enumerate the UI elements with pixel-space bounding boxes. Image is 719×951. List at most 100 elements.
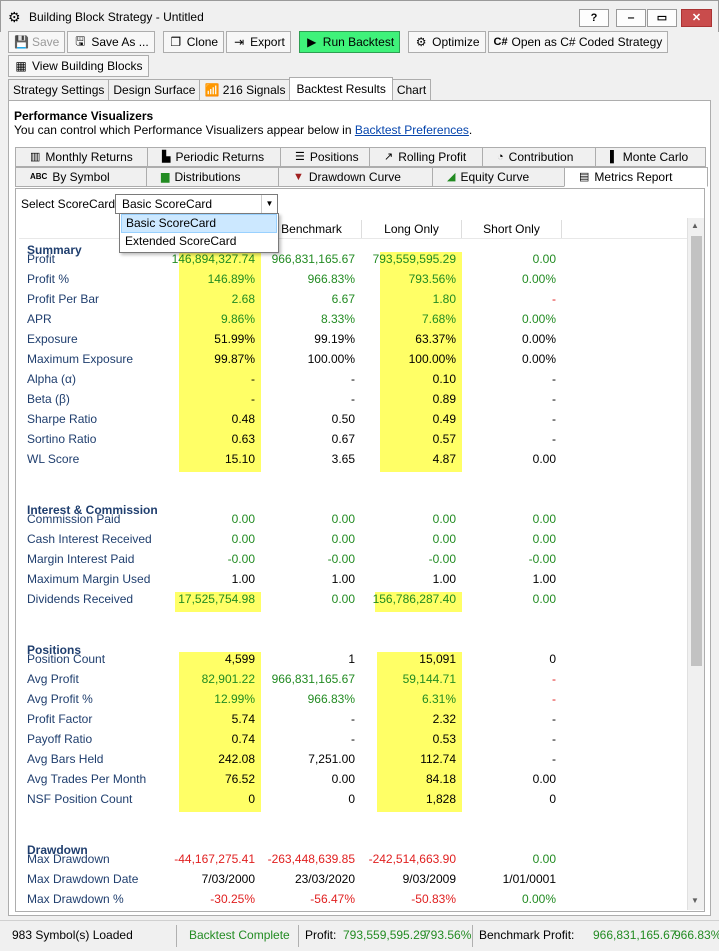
tab-chart[interactable]: Chart (391, 79, 432, 100)
metric-value: - (552, 732, 556, 746)
metric-value: 3.65 (331, 452, 355, 466)
tab-metrics-report[interactable]: ▤ Metrics Report (564, 167, 708, 187)
metric-value: 2.32 (432, 712, 456, 726)
csharp-icon: C# (493, 36, 508, 48)
tab-backtest-results[interactable]: Backtest Results (289, 77, 393, 100)
metric-value: 966.83% (307, 272, 355, 286)
column-header-short-only[interactable]: Short Only (462, 220, 562, 238)
metric-value: 0 (248, 792, 255, 806)
column-header-long-only[interactable]: Long Only (362, 220, 462, 238)
metric-value: -242,514,663.90 (368, 852, 456, 866)
tab-monte-carlo[interactable]: ▌ Monte Carlo (595, 147, 706, 167)
metric-row: Maximum Margin Used 1.00 1.00 1.00 1.00 (19, 569, 687, 589)
benchmark-profit-value: 966,831,165.67 (593, 928, 677, 942)
view-building-blocks-button[interactable]: ▦ View Building Blocks (8, 55, 149, 77)
metric-row: Commission Paid 0.00 0.00 0.00 0.00 (19, 509, 687, 529)
metric-row: Position Count 4,599 1 15,091 0 (19, 649, 687, 669)
metric-row: Margin Interest Paid -0.00 -0.00 -0.00 -0.00 (19, 549, 687, 569)
bar-icon: ▙ (162, 151, 171, 163)
metric-value: 84.18 (425, 772, 456, 786)
metric-label: Avg Profit (27, 672, 79, 686)
optimize-button[interactable]: ⚙ Optimize (408, 31, 486, 53)
metric-value: - (552, 692, 556, 706)
benchmark-profit-label: Benchmark Profit: (479, 928, 575, 942)
metric-value: 0.10 (432, 372, 456, 386)
tab-positions[interactable]: ☰ Positions (280, 147, 370, 167)
tab-drawdown-curve[interactable]: ▼ Drawdown Curve (278, 167, 433, 187)
export-button[interactable]: ⇥ Export (226, 31, 291, 53)
save-icon: 💾 (14, 35, 29, 49)
metric-value: 51.99% (214, 332, 255, 346)
maximize-button[interactable]: ▭ (647, 9, 677, 27)
vertical-scrollbar[interactable]: ▲ ▼ (687, 218, 704, 910)
metric-value: 0.00 (532, 252, 556, 266)
metric-label: Commission Paid (27, 512, 121, 526)
metric-value: 112.74 (420, 752, 456, 766)
status-bar: 983 Symbol(s) Loaded Backtest Complete P… (0, 920, 719, 951)
tab-contribution[interactable]: ◔ Contribution (482, 147, 596, 167)
metric-row: WL Score 15.10 3.65 4.87 0.00 (19, 449, 687, 469)
metric-value: - (552, 752, 556, 766)
metric-row: Payoff Ratio 0.74 - 0.53 - (19, 729, 687, 749)
tab-signals[interactable]: 📶 216 Signals (199, 79, 291, 100)
save-as-button[interactable]: 🖫 Save As ... (67, 31, 155, 53)
scorecard-dropdown: Basic ScoreCard Extended ScoreCard (119, 213, 279, 253)
scroll-up-icon[interactable]: ▲ (691, 221, 699, 230)
tab-monthly-returns[interactable]: ▥ Monthly Returns (15, 147, 148, 167)
metric-label: Alpha (α) (27, 372, 76, 386)
metric-value: -0.00 (227, 552, 255, 566)
metric-value: 0.00% (521, 352, 556, 366)
metric-value: 15.10 (224, 452, 255, 466)
scorecard-select[interactable]: Basic ScoreCard ▼ (115, 194, 278, 214)
window-title: Building Block Strategy - Untitled (29, 10, 204, 24)
tab-periodic-returns[interactable]: ▙ Periodic Returns (147, 147, 281, 167)
metric-label: Max Drawdown % (27, 892, 124, 904)
metric-value: 0.48 (231, 412, 255, 426)
run-backtest-button[interactable]: ▶ Run Backtest (298, 31, 401, 53)
metric-value: - (351, 732, 355, 746)
metric-value: 0.74 (231, 732, 255, 746)
metric-value: 1.00 (532, 572, 556, 586)
metric-row: Avg Profit % 12.99% 966.83% 6.31% - (19, 689, 687, 709)
scorecard-label: Select ScoreCard: (21, 197, 119, 211)
tab-distributions[interactable]: ▆ Distributions (146, 167, 279, 187)
metric-value: - (351, 392, 355, 406)
metric-value: 0.00 (331, 592, 355, 606)
tab-design-surface[interactable]: Design Surface (108, 79, 201, 100)
backtest-preferences-link[interactable]: Backtest Preferences (355, 123, 469, 137)
metric-value: 0 (348, 792, 355, 806)
metric-value: 99.87% (214, 352, 255, 366)
metric-row: Alpha (α) - - 0.10 - (19, 369, 687, 389)
help-button[interactable]: ? (579, 9, 609, 27)
metric-value: 156,786,287.40 (372, 592, 456, 606)
symbols-loaded: 983 Symbol(s) Loaded (12, 928, 133, 942)
tab-rolling-profit[interactable]: ↗ Rolling Profit (369, 147, 483, 167)
option-basic-scorecard[interactable]: Basic ScoreCard (121, 214, 277, 233)
equity-icon: ◢ (447, 171, 456, 183)
metric-value: 0 (549, 652, 556, 666)
main-tabs: Strategy Settings Design Surface 📶 216 S… (8, 77, 432, 101)
tab-equity-curve[interactable]: ◢ Equity Curve (432, 167, 565, 187)
profit-percent: 793.56% (424, 928, 472, 942)
metric-value: -50.83% (411, 892, 456, 904)
metric-value: - (251, 372, 255, 386)
scroll-down-icon[interactable]: ▼ (691, 896, 699, 905)
save-button[interactable]: 💾 Save (8, 31, 66, 53)
tab-by-symbol[interactable]: ABC By Symbol (15, 167, 147, 187)
metric-row: Cash Interest Received 0.00 0.00 0.00 0.00 (19, 529, 687, 549)
metric-value: 0.00 (532, 592, 556, 606)
metric-value: 1.00 (432, 572, 456, 586)
backtest-status: Backtest Complete (189, 928, 290, 942)
clone-button[interactable]: ❐ Clone (162, 31, 225, 53)
close-button[interactable]: ✕ (681, 9, 712, 27)
open-csharp-button[interactable]: C# Open as C# Coded Strategy (487, 31, 669, 53)
pie-icon: ◔ (497, 151, 504, 163)
benchmark-profit-percent: 966.83% (674, 928, 719, 942)
tab-strategy-settings[interactable]: Strategy Settings (8, 79, 110, 100)
metric-label: Margin Interest Paid (27, 552, 135, 566)
option-extended-scorecard[interactable]: Extended ScoreCard (121, 233, 277, 252)
scrollbar-thumb[interactable] (691, 236, 702, 666)
metric-value: - (351, 372, 355, 386)
minimize-button[interactable]: ‒ (616, 9, 646, 27)
metric-value: - (351, 712, 355, 726)
